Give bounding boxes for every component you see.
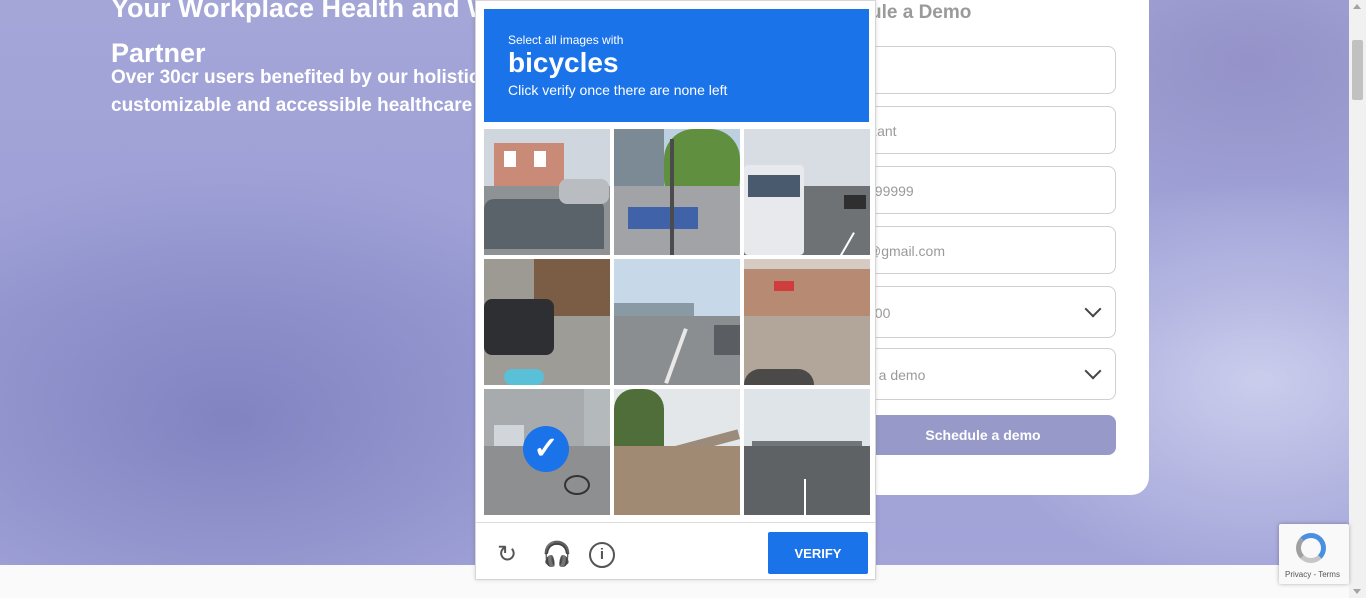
captcha-instruction: Select all images with: [508, 33, 624, 47]
captcha-dialog: Select all images with bicycles Click ve…: [475, 0, 876, 580]
page-scrollbar[interactable]: [1349, 0, 1366, 598]
captcha-keyword: bicycles: [508, 47, 619, 78]
hero-title-line1: Your Workplace Health and W: [111, 0, 491, 23]
scroll-up-arrow-icon[interactable]: [1353, 4, 1361, 9]
captcha-tile-8[interactable]: [614, 389, 740, 515]
hero-subtitle: Over 30cr users benefited by our holisti…: [111, 64, 479, 120]
captcha-tile-9[interactable]: [744, 389, 870, 515]
employee-count-select[interactable]: 000: [850, 286, 1116, 338]
captcha-tile-2[interactable]: [614, 129, 740, 255]
captcha-tile-6[interactable]: [744, 259, 870, 385]
chevron-down-icon: [1084, 362, 1102, 380]
captcha-tile-4[interactable]: [484, 259, 610, 385]
verify-button[interactable]: VERIFY: [768, 532, 868, 574]
recaptcha-privacy-terms[interactable]: Privacy - Terms: [1285, 570, 1340, 579]
captcha-tile-3[interactable]: [744, 129, 870, 255]
recaptcha-logo-icon: [1296, 533, 1326, 563]
captcha-tile-7[interactable]: ✓: [484, 389, 610, 515]
company-field[interactable]: izant: [850, 106, 1116, 154]
captcha-header: Select all images with bicycles Click ve…: [484, 9, 869, 122]
audio-headphones-icon[interactable]: 🎧: [542, 542, 572, 568]
captcha-footer: ↻ 🎧 i VERIFY: [476, 522, 875, 580]
phone-field[interactable]: 999999: [850, 166, 1116, 214]
schedule-demo-button[interactable]: Schedule a demo: [850, 415, 1116, 455]
captcha-hint: Click verify once there are none left: [508, 82, 728, 98]
scroll-down-arrow-icon[interactable]: [1353, 589, 1361, 594]
hero-subtitle-line1: Over 30cr users benefited by our holisti…: [111, 67, 479, 88]
chevron-down-icon: [1084, 300, 1102, 318]
captcha-tile-5[interactable]: [614, 259, 740, 385]
name-field[interactable]: [850, 46, 1116, 94]
selected-check-icon: ✓: [523, 426, 569, 472]
email-field-value: @gmail.com: [867, 243, 946, 259]
demo-form-card: ule a Demo izant 999999 @gmail.com 000 g…: [850, 0, 1149, 495]
captcha-tile-1[interactable]: [484, 129, 610, 255]
hero-subtitle-line2: customizable and accessible healthcare s…: [111, 95, 479, 116]
recaptcha-badge[interactable]: Privacy - Terms: [1279, 524, 1349, 584]
reload-icon[interactable]: ↻: [494, 542, 520, 568]
reason-select[interactable]: g a demo: [850, 348, 1116, 400]
info-icon[interactable]: i: [589, 542, 615, 568]
email-field[interactable]: @gmail.com: [850, 226, 1116, 274]
form-title: ule a Demo: [870, 2, 972, 23]
scroll-thumb[interactable]: [1352, 40, 1363, 100]
